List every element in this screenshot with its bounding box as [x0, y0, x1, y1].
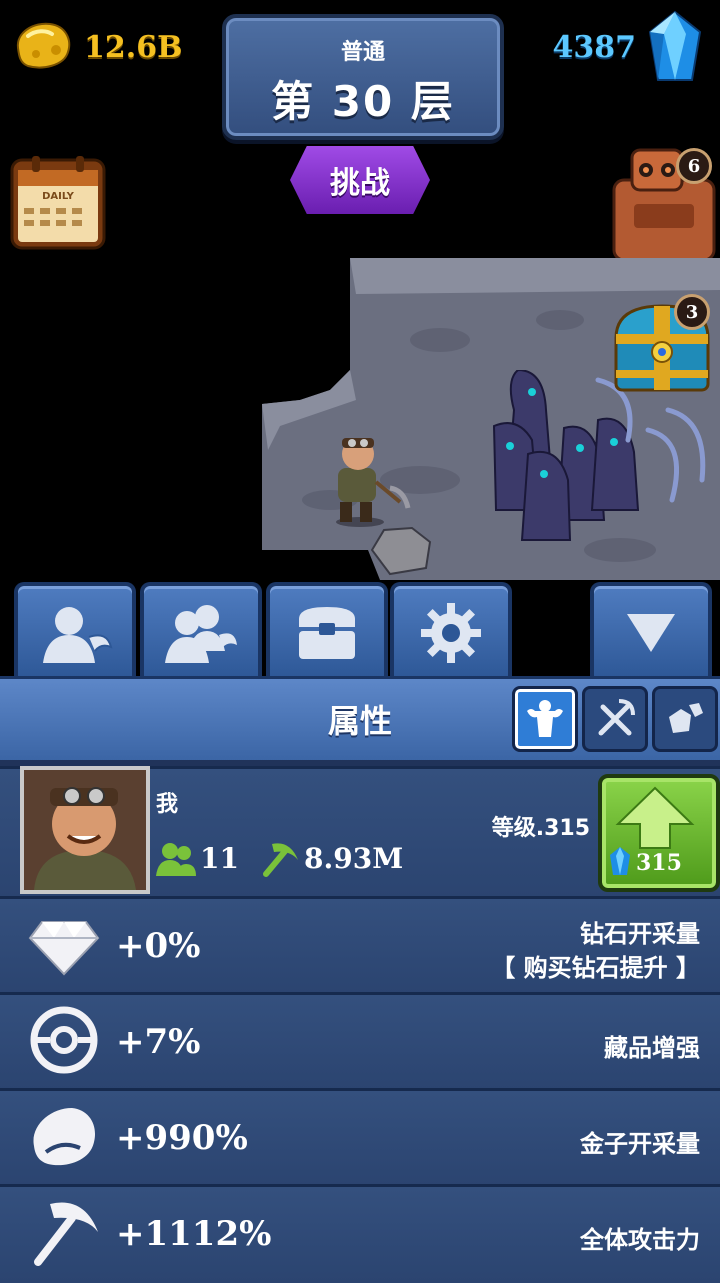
- stat-label: 藏品增强: [604, 1034, 700, 1062]
- daily-label: DAILY: [42, 191, 75, 202]
- tab-chest[interactable]: [266, 582, 388, 680]
- miner-character: [336, 438, 411, 527]
- mining-power-value: 8.93M: [304, 842, 404, 875]
- floor-level: 第 30 层: [271, 77, 455, 126]
- stat-value: +0%: [116, 926, 201, 966]
- workers-count: 11: [200, 842, 239, 875]
- reaper-enemy-group: [492, 370, 706, 541]
- gear-icon: [421, 603, 481, 663]
- gold-nugget-icon: [33, 1108, 96, 1166]
- buy-diamond-hint[interactable]: 【 购买钻石提升 】: [491, 948, 700, 983]
- player-name: 我: [156, 792, 179, 817]
- character-icon: [43, 607, 113, 663]
- upgrade-gem-icon: [610, 847, 630, 875]
- stat-value: +1112%: [116, 1214, 272, 1254]
- daily-calendar-button[interactable]: DAILY: [8, 152, 108, 252]
- stat-label: 全体攻击力: [580, 1226, 700, 1254]
- player-level: 等级.315: [491, 816, 590, 841]
- tab-character[interactable]: [14, 582, 136, 680]
- pickaxe-icon: [34, 1202, 98, 1266]
- chevron-down-icon: [627, 614, 675, 652]
- mining-power-icon: [263, 843, 298, 877]
- muscle-icon: [527, 700, 563, 737]
- stat-value: +7%: [116, 1022, 201, 1062]
- subtab-strength[interactable]: [512, 686, 578, 752]
- tab-settings[interactable]: [390, 582, 512, 680]
- stat-value: +990%: [116, 1118, 248, 1158]
- subtab-ores[interactable]: [652, 686, 718, 752]
- robot-count-badge: 6: [676, 148, 712, 184]
- floor-panel: 普通 第 30 层: [222, 14, 504, 140]
- collection-ring-icon: [30, 1006, 98, 1074]
- stat-label: 金子开采量: [580, 1130, 700, 1158]
- stat-label: 钻石开采量: [580, 920, 700, 948]
- upgrade-cost: 315: [636, 850, 682, 876]
- gold-amount: 12.6B: [84, 30, 183, 65]
- ore-rocks-icon: [669, 703, 703, 733]
- workers-count-icon: [156, 843, 196, 876]
- diamond-icon: [28, 921, 100, 976]
- tab-workers[interactable]: [140, 582, 262, 680]
- challenge-button[interactable]: 挑战: [290, 146, 430, 214]
- crossed-tools-icon: [598, 699, 635, 736]
- chest-tab-icon: [299, 607, 355, 659]
- gold-nugget-icon: [16, 22, 71, 69]
- chest-count-badge: 3: [674, 294, 710, 330]
- collapse-panel-button[interactable]: [590, 582, 712, 680]
- subtab-tools[interactable]: [582, 686, 648, 752]
- gem-amount: 4387: [552, 30, 637, 65]
- difficulty-mode: 普通: [340, 40, 385, 65]
- blue-gem-icon: [648, 10, 702, 81]
- player-avatar[interactable]: [20, 766, 150, 894]
- workers-icon: [165, 605, 237, 663]
- miner-portrait: [24, 770, 146, 890]
